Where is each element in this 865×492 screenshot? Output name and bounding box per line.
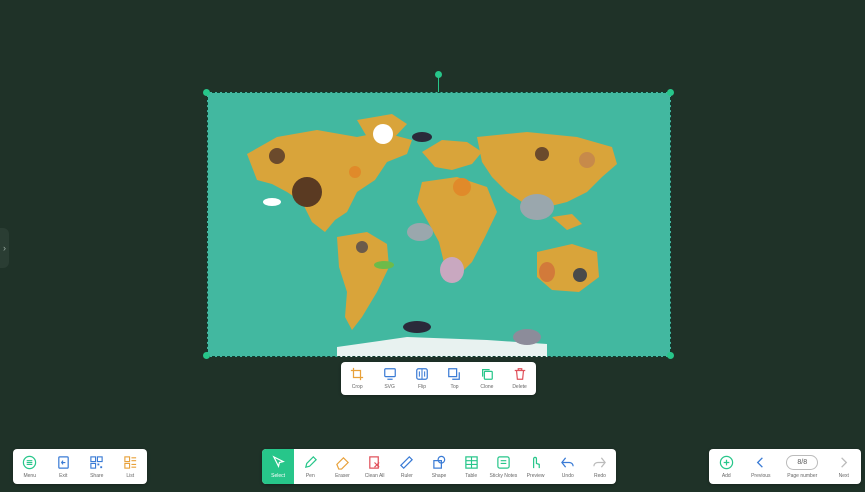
redo-icon xyxy=(593,456,607,468)
crop-button[interactable]: Crop xyxy=(350,367,364,390)
share-button[interactable]: Share xyxy=(80,455,114,479)
flip-button[interactable]: Flip xyxy=(415,367,429,390)
undo-button[interactable]: Undo xyxy=(552,455,584,479)
resize-handle-top-right[interactable] xyxy=(667,89,674,96)
select-icon xyxy=(272,455,285,468)
crop-icon xyxy=(351,367,364,381)
delete-icon xyxy=(514,368,525,380)
main-toolbar: Select Pen Eraser Clean All Ruler Shape … xyxy=(262,449,616,484)
ruler-icon xyxy=(400,455,414,469)
chevron-right-icon xyxy=(841,456,848,468)
exit-button[interactable]: Exit xyxy=(47,455,81,479)
shape-icon xyxy=(432,455,445,469)
exit-icon xyxy=(57,455,69,469)
rotate-handle[interactable] xyxy=(435,71,442,78)
eraser-icon xyxy=(336,456,349,470)
table-tool-button[interactable]: Table xyxy=(455,455,487,479)
side-panel-toggle[interactable]: › xyxy=(0,228,9,268)
preview-icon xyxy=(533,456,540,468)
resize-handle-top-left[interactable] xyxy=(203,89,210,96)
select-tool-button[interactable]: Select xyxy=(262,449,295,484)
chevron-left-icon xyxy=(757,456,764,468)
list-icon xyxy=(124,455,136,469)
menu-button[interactable]: Menu xyxy=(13,455,47,479)
share-icon xyxy=(90,455,103,469)
clone-icon xyxy=(481,369,493,380)
flip-icon xyxy=(416,368,428,380)
page-number-control[interactable]: 8/8 Page number xyxy=(778,454,826,479)
shape-tool-button[interactable]: Shape xyxy=(423,455,455,479)
sticky-notes-icon xyxy=(497,455,510,469)
resize-handle-bottom-left[interactable] xyxy=(203,352,210,359)
top-icon xyxy=(448,368,461,380)
selection-box xyxy=(207,92,671,357)
list-button[interactable]: List xyxy=(114,455,148,479)
svg-button[interactable]: SVG xyxy=(383,367,397,390)
eraser-tool-button[interactable]: Eraser xyxy=(326,455,358,479)
top-button[interactable]: Top xyxy=(447,367,461,390)
preview-button[interactable]: Preview xyxy=(520,455,552,479)
next-page-button[interactable]: Next xyxy=(826,455,861,479)
resize-handle-bottom-right[interactable] xyxy=(667,352,674,359)
add-page-button[interactable]: Add xyxy=(709,455,744,479)
clone-button[interactable]: Clone xyxy=(480,367,494,390)
sticky-notes-button[interactable]: Sticky Notes xyxy=(487,455,519,479)
object-context-toolbar: Crop SVG Flip Top Clone Delete xyxy=(341,362,536,395)
redo-button[interactable]: Redo xyxy=(584,455,616,479)
undo-icon xyxy=(561,456,575,468)
ruler-tool-button[interactable]: Ruler xyxy=(391,455,423,479)
clean-all-button[interactable]: Clean All xyxy=(359,455,391,479)
rotation-line xyxy=(438,77,439,92)
page-number-value: 8/8 xyxy=(786,454,819,470)
add-icon xyxy=(719,455,733,469)
delete-button[interactable]: Delete xyxy=(512,367,527,390)
clean-all-icon xyxy=(369,455,380,469)
page-toolbar: Add Previous 8/8 Page number Next xyxy=(709,449,861,484)
left-toolbar: Menu Exit Share List xyxy=(13,449,147,484)
menu-icon xyxy=(23,455,37,469)
pen-icon xyxy=(304,455,317,468)
svg-icon xyxy=(383,368,396,380)
pen-tool-button[interactable]: Pen xyxy=(294,455,326,479)
table-icon xyxy=(464,455,478,469)
previous-page-button[interactable]: Previous xyxy=(744,455,779,479)
